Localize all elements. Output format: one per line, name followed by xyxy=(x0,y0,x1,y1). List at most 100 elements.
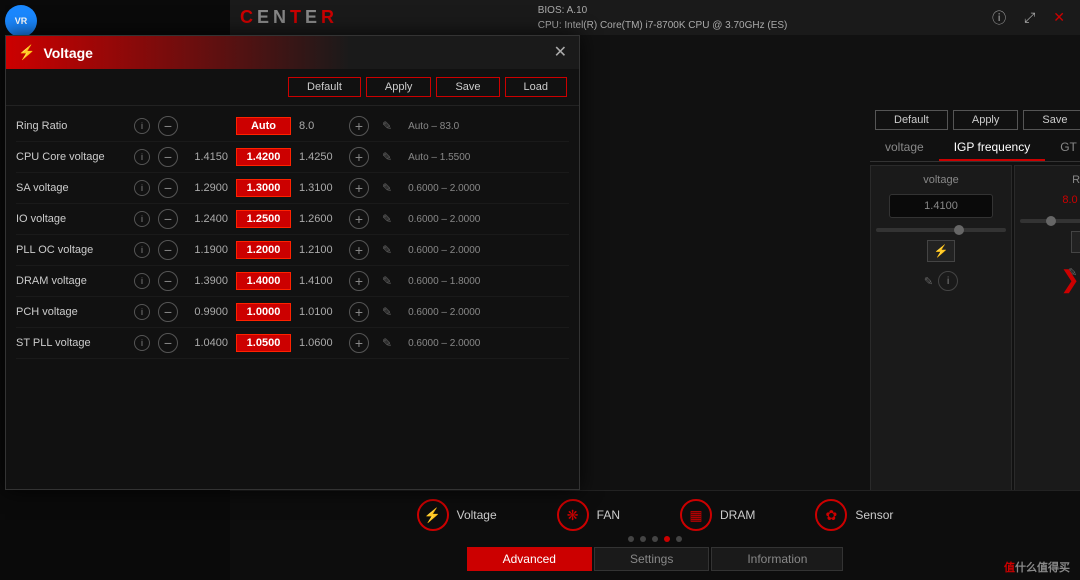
voltage-pencil-btn[interactable]: ✎ xyxy=(924,275,933,288)
v-val-left-6: 0.9900 xyxy=(186,306,228,318)
tab-settings[interactable]: Settings xyxy=(594,547,709,571)
v-minus-btn-6[interactable]: − xyxy=(158,302,178,322)
v-info-btn-4[interactable]: i xyxy=(134,242,150,258)
dot-4 xyxy=(664,536,670,542)
sensor-nav-icon: ✿ xyxy=(815,499,847,531)
v-minus-btn-7[interactable]: − xyxy=(158,333,178,353)
v-pencil-0[interactable]: ✎ xyxy=(382,119,392,133)
default-button[interactable]: Default xyxy=(875,110,948,130)
v-val-center-7[interactable]: 1.0500 xyxy=(236,334,291,352)
modal-save-button[interactable]: Save xyxy=(436,77,499,97)
tab-advanced[interactable]: Advanced xyxy=(467,547,592,571)
voltage-row-6: PCH voltagei−0.99001.00001.0100+✎0.6000 … xyxy=(16,297,569,328)
v-range-4: 0.6000 – 2.0000 xyxy=(408,245,569,256)
panel-tabs: voltage IGP frequency GT voltage xyxy=(870,135,1080,162)
voltage-section: voltage 1.4100 ⚡ ✎ i xyxy=(870,165,1012,515)
fan-nav-label: FAN xyxy=(597,508,620,522)
ratio-lightning-btn[interactable]: ⚡ xyxy=(1071,231,1080,253)
modal-close-button[interactable]: ✕ xyxy=(554,45,567,61)
dram-nav-label: DRAM xyxy=(720,508,755,522)
voltage-rows: Ring Ratioi−Auto8.0+✎Auto – 83.0CPU Core… xyxy=(6,106,579,364)
nav-item-sensor[interactable]: ✿ Sensor xyxy=(815,499,893,531)
ratio-section-title: Ratio xyxy=(1072,174,1080,186)
nav-item-dram[interactable]: ▦ DRAM xyxy=(680,499,755,531)
bottom-nav: ⚡ Voltage ❋ FAN ▦ DRAM ✿ Sensor Ad xyxy=(230,490,1080,580)
modal-default-button[interactable]: Default xyxy=(288,77,361,97)
v-minus-btn-2[interactable]: − xyxy=(158,178,178,198)
save-button[interactable]: Save xyxy=(1023,110,1080,130)
v-pencil-4[interactable]: ✎ xyxy=(382,243,392,257)
v-info-btn-0[interactable]: i xyxy=(134,118,150,134)
tab-gt-voltage[interactable]: GT voltage xyxy=(1045,135,1080,161)
v-val-right-5: 1.4100 xyxy=(299,275,341,287)
v-label-3: IO voltage xyxy=(16,213,126,225)
v-pencil-3[interactable]: ✎ xyxy=(382,212,392,226)
voltage-slider-thumb[interactable] xyxy=(954,225,964,235)
main-app: VR CENTER OS: Windows 10 64-bit BIOS: A.… xyxy=(0,0,1080,580)
modal-apply-button[interactable]: Apply xyxy=(366,77,432,97)
fan-nav-icon: ❋ xyxy=(557,499,589,531)
v-val-center-5[interactable]: 1.4000 xyxy=(236,272,291,290)
v-pencil-6[interactable]: ✎ xyxy=(382,305,392,319)
v-val-center-3[interactable]: 1.2500 xyxy=(236,210,291,228)
v-minus-btn-1[interactable]: − xyxy=(158,147,178,167)
v-info-btn-3[interactable]: i xyxy=(134,211,150,227)
v-plus-btn-0[interactable]: + xyxy=(349,116,369,136)
v-plus-btn-7[interactable]: + xyxy=(349,333,369,353)
info-icon[interactable]: ⓘ xyxy=(987,6,1011,30)
apply-button[interactable]: Apply xyxy=(953,110,1019,130)
tab-information[interactable]: Information xyxy=(711,547,843,571)
v-range-0: Auto – 83.0 xyxy=(408,121,569,132)
v-label-7: ST PLL voltage xyxy=(16,337,126,349)
voltage-info-btn[interactable]: i xyxy=(938,271,958,291)
v-val-left-1: 1.4150 xyxy=(186,151,228,163)
v-val-left-7: 1.0400 xyxy=(186,337,228,349)
nav-item-fan[interactable]: ❋ FAN xyxy=(557,499,620,531)
v-info-btn-1[interactable]: i xyxy=(134,149,150,165)
v-val-center-4[interactable]: 1.2000 xyxy=(236,241,291,259)
v-info-btn-2[interactable]: i xyxy=(134,180,150,196)
v-info-btn-5[interactable]: i xyxy=(134,273,150,289)
v-info-btn-6[interactable]: i xyxy=(134,304,150,320)
tab-voltage[interactable]: voltage xyxy=(870,135,939,161)
voltage-slider-row xyxy=(876,228,1006,232)
v-minus-btn-3[interactable]: − xyxy=(158,209,178,229)
v-pencil-5[interactable]: ✎ xyxy=(382,274,392,288)
expand-icon[interactable]: ⤢ xyxy=(1019,7,1040,28)
modal-header: ⚡ Voltage ✕ xyxy=(6,36,579,69)
v-plus-btn-5[interactable]: + xyxy=(349,271,369,291)
v-val-center-2[interactable]: 1.3000 xyxy=(236,179,291,197)
v-info-btn-7[interactable]: i xyxy=(134,335,150,351)
v-val-center-1[interactable]: 1.4200 xyxy=(236,148,291,166)
scroll-right-arrow[interactable]: ❯ xyxy=(1060,266,1080,295)
v-pencil-7[interactable]: ✎ xyxy=(382,336,392,350)
voltage-slider[interactable] xyxy=(876,228,1006,232)
v-plus-btn-2[interactable]: + xyxy=(349,178,369,198)
voltage-value: 1.4100 xyxy=(889,194,993,218)
v-plus-btn-1[interactable]: + xyxy=(349,147,369,167)
modal-load-button[interactable]: Load xyxy=(505,77,567,97)
v-minus-btn-0[interactable]: − xyxy=(158,116,178,136)
v-pencil-1[interactable]: ✎ xyxy=(382,150,392,164)
ratio-section: Ratio 8.0 9.0 ⚡ ✎ i Frequency 0.0 MHz xyxy=(1014,165,1080,515)
v-minus-btn-4[interactable]: − xyxy=(158,240,178,260)
v-plus-btn-6[interactable]: + xyxy=(349,302,369,322)
voltage-lightning-btn[interactable]: ⚡ xyxy=(927,240,955,262)
v-val-center-0[interactable]: Auto xyxy=(236,117,291,135)
close-button[interactable]: ✕ xyxy=(1048,7,1070,28)
dot-3 xyxy=(652,536,658,542)
nav-item-voltage[interactable]: ⚡ Voltage xyxy=(417,499,497,531)
v-pencil-2[interactable]: ✎ xyxy=(382,181,392,195)
v-plus-btn-4[interactable]: + xyxy=(349,240,369,260)
v-plus-btn-3[interactable]: + xyxy=(349,209,369,229)
tab-igp-frequency[interactable]: IGP frequency xyxy=(939,135,1046,161)
v-val-center-6[interactable]: 1.0000 xyxy=(236,303,291,321)
ratio-val1: 8.0 xyxy=(1058,194,1080,206)
ratio-slider-thumb[interactable] xyxy=(1046,216,1056,226)
v-minus-btn-5[interactable]: − xyxy=(158,271,178,291)
top-bar: CENTER OS: Windows 10 64-bit BIOS: A.10 … xyxy=(230,0,1080,35)
v-range-3: 0.6000 – 2.0000 xyxy=(408,214,569,225)
voltage-row-7: ST PLL voltagei−1.04001.05001.0600+✎0.60… xyxy=(16,328,569,359)
ratio-slider[interactable] xyxy=(1020,219,1080,223)
v-val-left-4: 1.1900 xyxy=(186,244,228,256)
